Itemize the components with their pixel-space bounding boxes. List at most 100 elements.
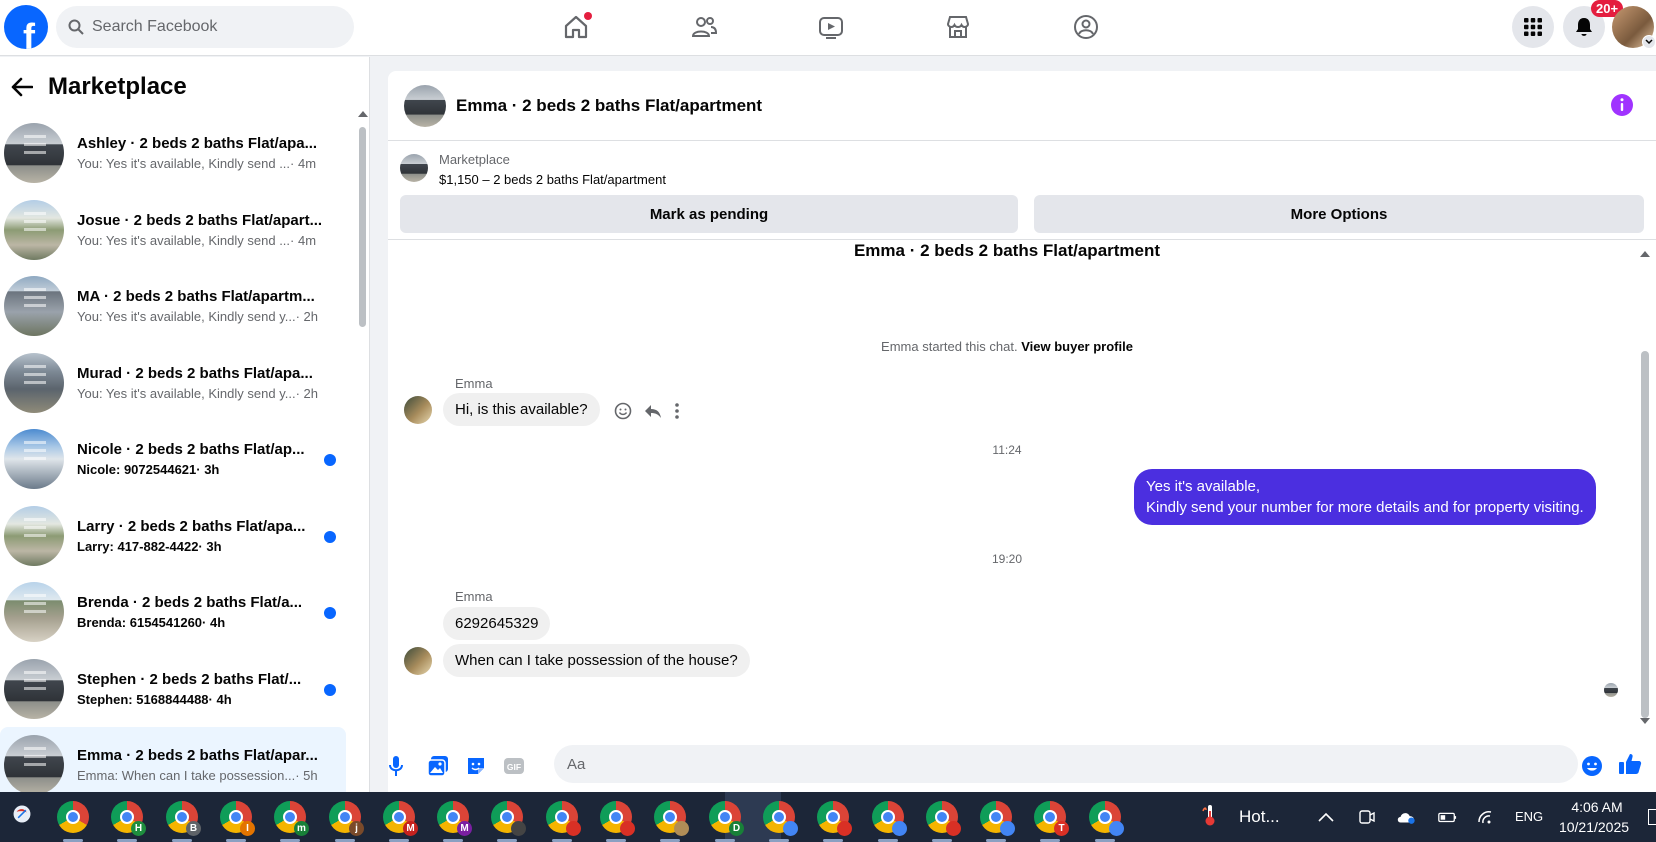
video-nav-button[interactable] (811, 7, 851, 47)
weather-text[interactable]: Hot... (1239, 807, 1280, 827)
search-box[interactable] (56, 6, 354, 48)
unread-indicator (324, 454, 336, 466)
chrome-taskbar-icon[interactable]: H (111, 801, 146, 836)
more-vertical-icon[interactable] (674, 402, 680, 420)
clock-time[interactable]: 4:06 AM (1565, 799, 1629, 815)
wifi-icon[interactable] (1477, 807, 1497, 827)
chrome-profile-badge: T (1054, 821, 1069, 836)
incoming-message[interactable]: Hi, is this available? (443, 393, 600, 426)
conversation-item[interactable]: Brenda · 2 beds 2 baths Flat/a... Brenda:… (0, 574, 346, 651)
listing-thumbnail (4, 658, 64, 719)
emoji-button[interactable] (1580, 754, 1604, 778)
chrome-taskbar-icon[interactable]: B (166, 801, 201, 836)
conversation-preview: Emma: When can I take possession... · 5h (77, 768, 327, 783)
chrome-taskbar-icon[interactable]: j (329, 801, 364, 836)
marketplace-nav-button[interactable] (938, 7, 978, 47)
emoji-icon (1582, 756, 1602, 776)
mark-as-pending-button[interactable]: Mark as pending (400, 195, 1018, 233)
chrome-taskbar-icon[interactable]: M (383, 801, 418, 836)
conversation-text: Larry · 2 beds 2 baths Flat/apa... Larry:… (77, 518, 327, 554)
chrome-profile-badge (674, 821, 689, 836)
last-message: You: Yes it's available, Kindly send ... (77, 156, 291, 172)
chrome-taskbar-icon[interactable]: m (274, 801, 309, 836)
language-indicator[interactable]: ENG (1515, 809, 1543, 824)
conversation-item[interactable]: Stephen · 2 beds 2 baths Flat/... Stephen… (0, 651, 346, 728)
chrome-taskbar-icon[interactable] (546, 801, 581, 836)
chat-header-title[interactable]: Emma · 2 beds 2 baths Flat/apartment (456, 96, 762, 116)
like-button[interactable] (1618, 752, 1642, 776)
chrome-taskbar-icon[interactable]: M (437, 801, 472, 836)
conversation-item[interactable]: Josue · 2 beds 2 baths Flat/apart... You:… (0, 192, 346, 269)
chat-scroll-up-arrow-icon[interactable] (1640, 251, 1650, 257)
chat-scrollbar[interactable] (1641, 351, 1649, 718)
photo-icon (427, 756, 448, 777)
chrome-taskbar-icon[interactable]: T (1034, 801, 1069, 836)
show-desktop-button[interactable] (1648, 809, 1656, 825)
conversation-item[interactable]: Ashley · 2 beds 2 baths Flat/apa... You: … (0, 115, 346, 192)
conversation-item[interactable]: MA · 2 beds 2 baths Flat/apartm... You: Y… (0, 268, 346, 345)
search-input[interactable] (92, 18, 332, 36)
conversation-item[interactable]: Larry · 2 beds 2 baths Flat/apa... Larry:… (0, 498, 346, 575)
conversation-title: Brenda · 2 beds 2 baths Flat/a... (77, 594, 303, 612)
chrome-taskbar-icon[interactable] (817, 801, 852, 836)
facebook-logo-icon[interactable]: f (4, 5, 48, 49)
chrome-taskbar-icon[interactable] (654, 801, 689, 836)
chrome-taskbar-icon[interactable] (491, 801, 526, 836)
friends-nav-button[interactable] (684, 7, 724, 47)
last-message: You: Yes it's available, Kindly send y..… (77, 309, 296, 325)
chrome-taskbar-icon[interactable] (1089, 801, 1124, 836)
gif-button[interactable]: GIF (502, 754, 526, 778)
account-chevron-down-icon[interactable] (1642, 35, 1656, 49)
incoming-message[interactable]: When can I take possession of the house? (443, 644, 750, 677)
chrome-taskbar-icon[interactable] (763, 801, 798, 836)
home-nav-button[interactable] (556, 7, 596, 47)
menu-button[interactable] (1512, 6, 1554, 48)
chrome-profile-badge (1000, 821, 1015, 836)
emma-avatar[interactable] (404, 396, 432, 424)
battery-icon[interactable] (1437, 807, 1457, 827)
chrome-taskbar-icon[interactable] (57, 801, 89, 833)
react-emoji-icon[interactable] (614, 402, 632, 420)
groups-nav-button[interactable] (1066, 7, 1106, 47)
microphone-icon (389, 756, 403, 776)
back-button[interactable] (10, 75, 34, 99)
thermometer-icon[interactable] (1200, 805, 1220, 826)
conversation-item[interactable]: Murad · 2 beds 2 baths Flat/apa... You: Y… (0, 345, 346, 422)
conversation-item[interactable]: Nicole · 2 beds 2 baths Flat/ap... Nicole… (0, 421, 346, 498)
chrome-taskbar-icon[interactable] (980, 801, 1015, 836)
view-buyer-profile-link[interactable]: View buyer profile (1021, 339, 1133, 354)
microphone-button[interactable] (388, 754, 408, 778)
seen-receipt-avatar (1604, 683, 1618, 697)
chrome-taskbar-icon[interactable]: D (709, 801, 744, 836)
search-widget-icon[interactable] (12, 804, 32, 824)
chrome-taskbar-icon[interactable] (600, 801, 635, 836)
chrome-taskbar-icon[interactable]: I (220, 801, 255, 836)
listing-avatar[interactable] (404, 84, 446, 127)
conversation-item[interactable]: Emma · 2 beds 2 baths Flat/apar... Emma: … (0, 727, 346, 792)
last-message: Brenda: 6154541260 (77, 615, 203, 631)
chrome-taskbar-icon[interactable] (872, 801, 907, 836)
last-message-time: · 3h (198, 538, 222, 554)
listing-name[interactable]: $1,150 – 2 beds 2 baths Flat/apartment (439, 172, 666, 187)
incoming-message[interactable]: 6292645329 (443, 607, 551, 640)
sidebar-scrollbar[interactable] (359, 127, 366, 327)
scroll-up-arrow-icon[interactable] (358, 111, 368, 117)
last-message: Stephen: 5168844488 (77, 691, 209, 707)
attach-photo-button[interactable] (426, 754, 450, 778)
clock-date[interactable]: 10/21/2025 (1555, 819, 1633, 835)
chat-scroll-down-arrow-icon[interactable] (1640, 718, 1650, 724)
emma-avatar[interactable] (404, 647, 432, 675)
message-input[interactable] (554, 745, 1578, 783)
outgoing-message[interactable]: Yes it's available, Kindly send your num… (1134, 469, 1596, 525)
show-hidden-icons-chevron-up-icon[interactable] (1316, 807, 1336, 827)
thumbs-up-icon (1619, 754, 1642, 774)
sticker-button[interactable] (464, 754, 488, 778)
more-options-button[interactable]: More Options (1034, 195, 1644, 233)
info-icon[interactable] (1610, 93, 1634, 117)
onedrive-cloud-icon[interactable] (1396, 807, 1416, 827)
listing-thumbnail[interactable] (400, 154, 428, 182)
reply-icon[interactable] (644, 402, 662, 420)
meet-now-icon[interactable] (1357, 807, 1377, 827)
listing-thumbnail (4, 199, 64, 260)
chrome-taskbar-icon[interactable] (926, 801, 961, 836)
